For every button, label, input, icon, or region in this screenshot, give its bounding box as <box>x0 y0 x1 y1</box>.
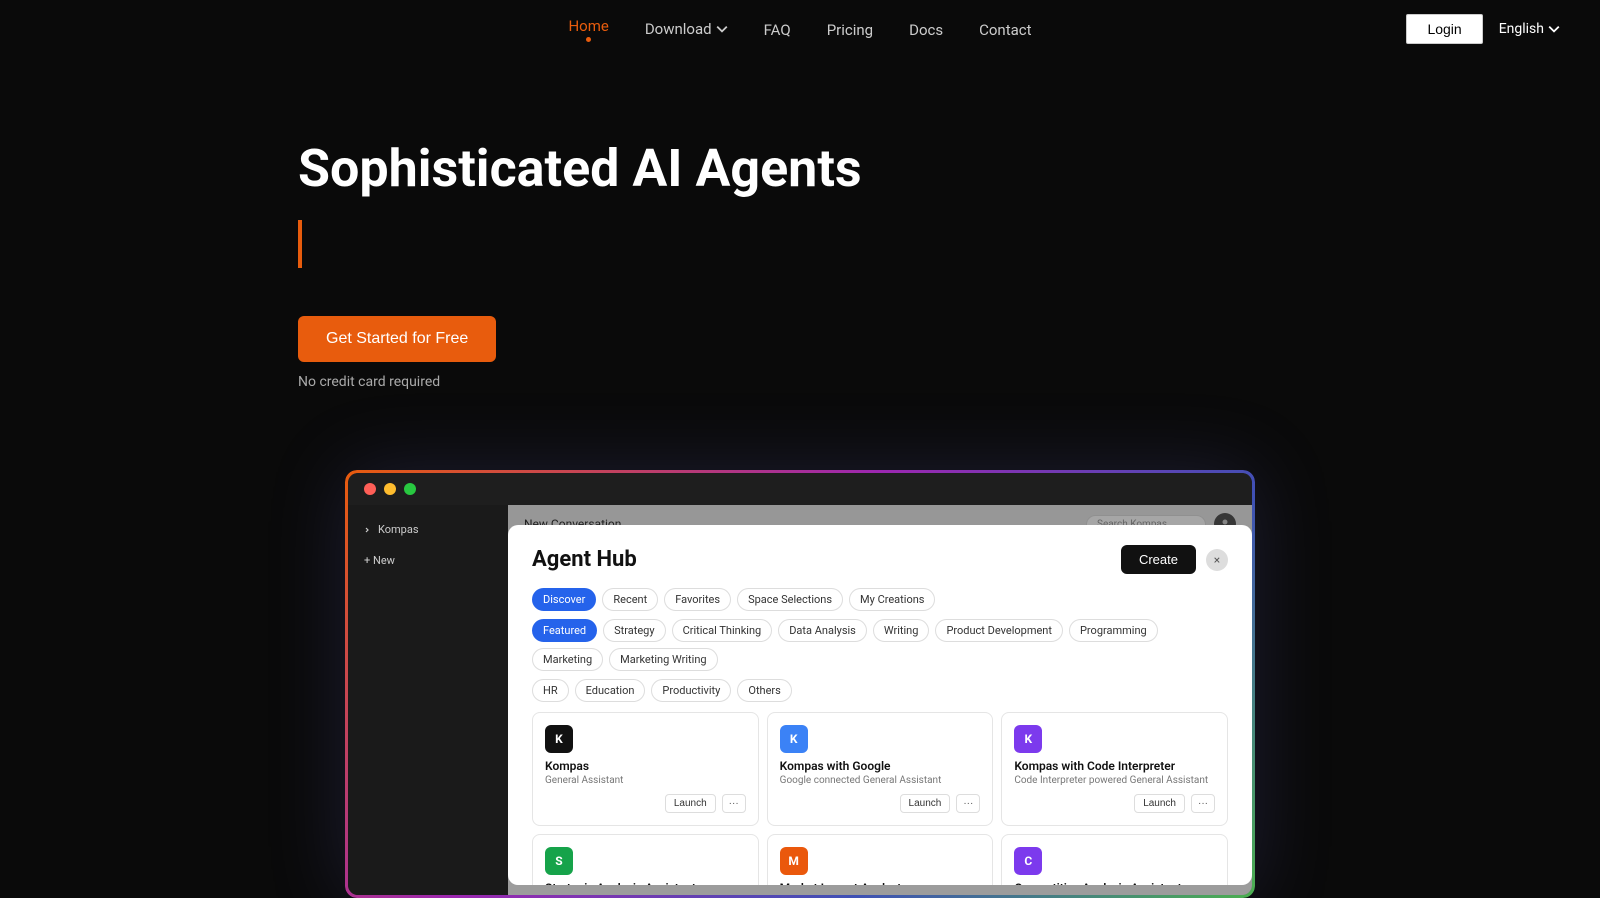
agent-hub-modal: Agent Hub Create × Discover Recent <box>508 525 1252 885</box>
agent-card-kompas: K Kompas General Assistant Launch ··· <box>532 712 759 826</box>
tab-hr[interactable]: HR <box>532 679 569 702</box>
agent-card-strategic: S Strategic Analysis Assistant Assists w… <box>532 834 759 885</box>
chevron-down-icon <box>716 23 728 35</box>
tab-featured[interactable]: Featured <box>532 619 597 642</box>
modal-header-right: Create × <box>1121 545 1228 574</box>
tab-programming[interactable]: Programming <box>1069 619 1158 642</box>
sidebar-kompas-item[interactable]: Kompas <box>356 517 500 542</box>
modal-close-button[interactable]: × <box>1206 549 1228 571</box>
agent-card-competitive: C Competitive Analysis Assistant Provide… <box>1001 834 1228 885</box>
launch-button-kompas[interactable]: Launch <box>665 794 716 813</box>
login-button[interactable]: Login <box>1406 14 1482 44</box>
more-button-kompas-google[interactable]: ··· <box>956 794 980 813</box>
tab-productivity[interactable]: Productivity <box>651 679 731 702</box>
hero-section: Sophisticated AI Agents Get Started for … <box>0 58 1600 430</box>
new-conversation-button[interactable]: + New <box>356 550 500 571</box>
tabs-row-3: HR Education Productivity Others <box>532 679 1228 702</box>
tab-marketing[interactable]: Marketing <box>532 648 603 671</box>
nav-link-home[interactable]: Home <box>568 17 608 35</box>
agent-name-kompas-google: Kompas with Google <box>780 759 981 773</box>
modal-title: Agent Hub <box>532 547 637 572</box>
language-selector[interactable]: English <box>1499 21 1560 37</box>
screenshot-wrapper: Kompas + New New Conversation Search <box>0 430 1600 898</box>
launch-button-code-interpreter[interactable]: Launch <box>1134 794 1185 813</box>
nav-right: Login English <box>1406 14 1560 44</box>
agent-icon-kompas-google: K <box>780 725 808 753</box>
language-label: English <box>1499 21 1544 37</box>
agent-desc-kompas: General Assistant <box>545 775 746 786</box>
more-button-code-interpreter[interactable]: ··· <box>1191 794 1215 813</box>
tab-writing[interactable]: Writing <box>873 619 930 642</box>
agent-card-code-interpreter: K Kompas with Code Interpreter Code Inte… <box>1001 712 1228 826</box>
app-sidebar: Kompas + New <box>348 505 508 895</box>
nav-item-docs[interactable]: Docs <box>909 20 943 39</box>
nav-item-download[interactable]: Download <box>645 20 728 38</box>
more-button-kompas[interactable]: ··· <box>722 794 746 813</box>
tab-strategy[interactable]: Strategy <box>603 619 665 642</box>
cta-button[interactable]: Get Started for Free <box>298 316 496 362</box>
tab-product-development[interactable]: Product Development <box>935 619 1063 642</box>
nav-item-faq[interactable]: FAQ <box>764 20 791 39</box>
agent-icon-competitive: C <box>1014 847 1042 875</box>
agent-icon-kompas: K <box>545 725 573 753</box>
agent-footer-kompas: Launch ··· <box>545 794 746 813</box>
nav-active-indicator <box>586 37 591 42</box>
hero-accent-bar <box>298 220 302 268</box>
nav-link-download[interactable]: Download <box>645 20 728 38</box>
agent-desc-code-interpreter: Code Interpreter powered General Assista… <box>1014 775 1215 786</box>
agent-name-kompas: Kompas <box>545 759 746 773</box>
app-titlebar <box>348 473 1252 505</box>
agent-icon-code-interpreter: K <box>1014 725 1042 753</box>
tab-others[interactable]: Others <box>737 679 791 702</box>
launch-button-kompas-google[interactable]: Launch <box>900 794 951 813</box>
modal-overlay: Agent Hub Create × Discover Recent <box>508 505 1252 895</box>
agent-card-market: M Market Impact Analyst Analyses how new… <box>767 834 994 885</box>
tabs-row-1: Discover Recent Favorites Space Selectio… <box>532 588 1228 611</box>
agent-icon-strategic: S <box>545 847 573 875</box>
sidebar-kompas-label: Kompas <box>378 523 419 536</box>
navbar: Home Download FAQ Pricing Docs Contact L… <box>0 0 1600 58</box>
agent-name-code-interpreter: Kompas with Code Interpreter <box>1014 759 1215 773</box>
tab-marketing-writing[interactable]: Marketing Writing <box>609 648 717 671</box>
tab-my-creations[interactable]: My Creations <box>849 588 935 611</box>
window-dot-red <box>364 483 376 495</box>
tab-education[interactable]: Education <box>575 679 646 702</box>
nav-item-pricing[interactable]: Pricing <box>827 20 873 39</box>
tabs-row-2: Featured Strategy Critical Thinking Data… <box>532 619 1228 671</box>
nav-item-contact[interactable]: Contact <box>979 20 1031 39</box>
modal-header: Agent Hub Create × <box>532 545 1228 574</box>
tab-recent[interactable]: Recent <box>602 588 658 611</box>
no-cc-text: No credit card required <box>298 374 1600 390</box>
agent-footer-code-interpreter: Launch ··· <box>1014 794 1215 813</box>
window-dot-yellow <box>384 483 396 495</box>
tab-discover[interactable]: Discover <box>532 588 596 611</box>
agent-name-market: Market Impact Analyst <box>780 881 981 885</box>
agent-card-kompas-google: K Kompas with Google Google connected Ge… <box>767 712 994 826</box>
nav-item-home[interactable]: Home <box>568 16 608 42</box>
agent-footer-kompas-google: Launch ··· <box>780 794 981 813</box>
agent-icon-market: M <box>780 847 808 875</box>
chevron-icon <box>364 526 372 534</box>
tab-space-selections[interactable]: Space Selections <box>737 588 843 611</box>
app-body: Kompas + New New Conversation Search <box>348 505 1252 895</box>
nav-links: Home Download FAQ Pricing Docs Contact <box>568 16 1031 42</box>
create-button[interactable]: Create <box>1121 545 1196 574</box>
app-main: New Conversation Search Kompas <box>508 505 1252 895</box>
agent-grid: K Kompas General Assistant Launch ··· <box>532 712 1228 885</box>
tab-favorites[interactable]: Favorites <box>664 588 731 611</box>
window-dot-green <box>404 483 416 495</box>
agent-name-strategic: Strategic Analysis Assistant <box>545 881 746 885</box>
agent-desc-kompas-google: Google connected General Assistant <box>780 775 981 786</box>
app-inner: Kompas + New New Conversation Search <box>348 473 1252 895</box>
tab-data-analysis[interactable]: Data Analysis <box>778 619 867 642</box>
agent-name-competitive: Competitive Analysis Assistant <box>1014 881 1215 885</box>
hero-title: Sophisticated AI Agents <box>298 138 1600 200</box>
chevron-down-icon <box>1548 25 1560 33</box>
tab-critical-thinking[interactable]: Critical Thinking <box>672 619 773 642</box>
